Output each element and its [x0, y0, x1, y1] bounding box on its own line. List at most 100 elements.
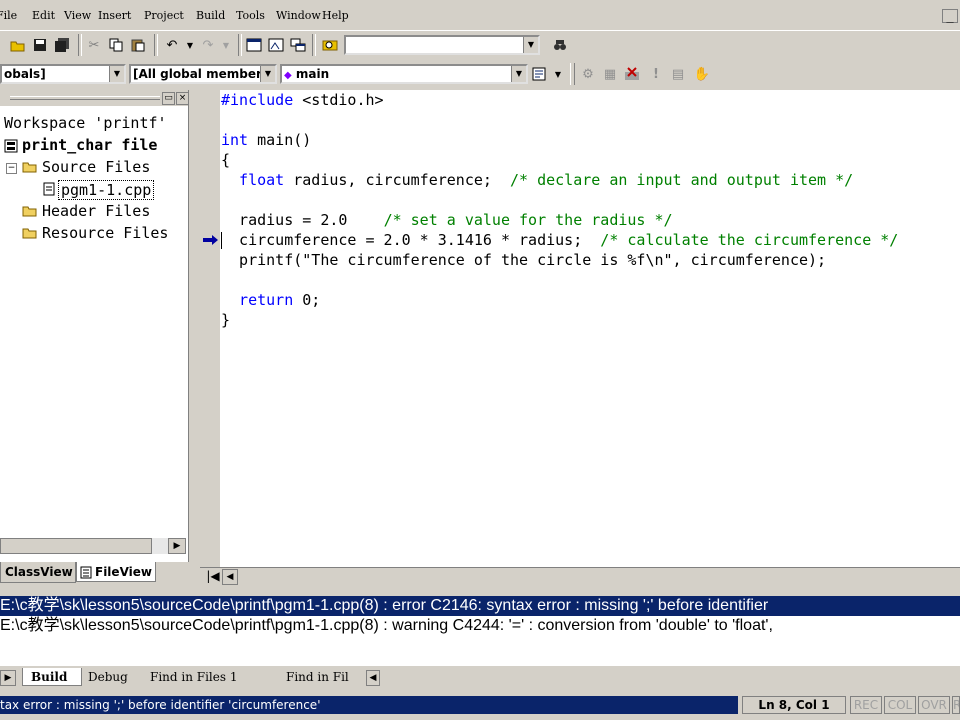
code-line-11: return 0;	[221, 291, 321, 309]
filter-combo[interactable]: [All global members ▼	[129, 64, 277, 84]
menu-project[interactable]: Project	[144, 9, 184, 22]
class-combo[interactable]: obals] ▼	[0, 64, 126, 84]
save-all-icon[interactable]	[52, 35, 72, 55]
find-icon[interactable]	[550, 35, 570, 55]
menu-help[interactable]: Help	[322, 9, 349, 22]
status-position: Ln 8, Col 1	[742, 696, 846, 714]
menu-window[interactable]: Window	[276, 9, 321, 22]
output-warning-line[interactable]: E:\c教学\sk\lesson5\sourceCode\printf\pgm1…	[0, 616, 960, 636]
status-rec: REC	[850, 696, 882, 714]
go-icon[interactable]: ▤	[668, 64, 688, 84]
undo-icon[interactable]: ↶	[162, 35, 182, 55]
undo-dropdown-icon[interactable]: ▼	[180, 35, 200, 55]
menu-edit[interactable]: Edit	[32, 9, 55, 22]
folder-icon	[22, 204, 38, 221]
workspace-scrollbar[interactable]: ▶	[0, 538, 186, 554]
member-combo-value: main	[295, 67, 330, 81]
tab-fileview[interactable]: FileView	[76, 562, 156, 582]
resource-files-folder[interactable]: Resource Files	[42, 224, 168, 242]
restore-panel-icon[interactable]: ▭	[162, 92, 175, 105]
toolbar-grip[interactable]	[570, 63, 575, 85]
header-files-folder[interactable]: Header Files	[42, 202, 150, 220]
project-icon	[4, 139, 18, 153]
scroll-left-icon[interactable]: ◀	[222, 569, 238, 585]
menu-insert[interactable]: Insert	[98, 9, 131, 22]
code-line-5: float radius, circumference; /* declare …	[221, 171, 854, 189]
output-error-line[interactable]: E:\c教学\sk\lesson5\sourceCode\printf\pgm1…	[0, 596, 960, 616]
copy-icon[interactable]	[106, 35, 126, 55]
member-diamond-icon: ◆	[284, 70, 292, 81]
chevron-down-icon[interactable]: ▼	[523, 37, 538, 53]
menu-file[interactable]: File	[0, 9, 17, 22]
status-ovr: OVR	[918, 696, 950, 714]
stop-build-icon[interactable]	[622, 64, 642, 84]
menu-build[interactable]: Build	[196, 9, 225, 22]
menu-view[interactable]: View	[64, 9, 91, 22]
split-handle-icon[interactable]: |◀	[206, 569, 220, 583]
current-line-arrow-icon	[203, 235, 219, 245]
close-panel-icon[interactable]: ×	[176, 92, 189, 105]
output-panel: E:\c教学\sk\lesson5\sourceCode\printf\pgm1…	[0, 596, 960, 666]
find-in-files-icon[interactable]	[320, 35, 340, 55]
class-combo-value: obals]	[4, 67, 46, 81]
output-tabs: ▶ Build Debug Find in Files 1 Find in Fi…	[0, 668, 960, 688]
collapse-icon[interactable]: −	[6, 163, 17, 174]
open-folder-icon[interactable]	[8, 35, 28, 55]
cut-icon[interactable]: ✂	[84, 35, 104, 55]
paste-icon[interactable]	[128, 35, 148, 55]
splitter[interactable]	[0, 586, 960, 596]
wizard-action-dropdown-icon[interactable]: ▼	[548, 64, 568, 84]
toolbar-separator	[312, 34, 316, 56]
editor-gutter	[200, 90, 220, 567]
save-icon[interactable]	[30, 35, 50, 55]
toolbar-separator	[78, 34, 82, 56]
panel-grip[interactable]	[10, 96, 160, 100]
tab-find-in-files-1[interactable]: Find in Files 1	[150, 668, 237, 686]
workspace-header: ▭ ×	[0, 90, 189, 106]
tab-scroll-right-icon[interactable]: ◀	[366, 670, 380, 686]
tab-debug[interactable]: Debug	[88, 668, 128, 686]
execute-icon[interactable]: !	[646, 64, 666, 84]
wizard-action-icon[interactable]	[530, 64, 550, 84]
scrollbar-thumb[interactable]	[0, 538, 152, 554]
output-icon[interactable]	[266, 35, 286, 55]
chevron-down-icon[interactable]: ▼	[109, 66, 124, 82]
toolbar-separator	[154, 34, 158, 56]
compile-icon[interactable]: ⚙	[578, 64, 598, 84]
member-combo[interactable]: ◆ main ▼	[280, 64, 528, 84]
workspace-icon[interactable]	[244, 35, 264, 55]
find-combo[interactable]: ▼	[344, 35, 540, 55]
filter-combo-value: [All global members	[133, 67, 270, 81]
code-line-12: }	[221, 311, 231, 329]
chevron-down-icon[interactable]: ▼	[511, 66, 526, 82]
code-line-4: {	[221, 151, 231, 169]
editor-scrollbar[interactable]: |◀ ◀	[200, 567, 960, 585]
workspace-title[interactable]: Workspace 'printf'	[4, 114, 167, 132]
status-col: COL	[884, 696, 916, 714]
toolbar-separator	[238, 34, 242, 56]
minimize-button[interactable]: _	[942, 9, 958, 23]
build-icon[interactable]: ▦	[600, 64, 620, 84]
fileview-icon	[80, 565, 92, 585]
tab-classview[interactable]: ClassView	[0, 562, 76, 583]
folder-open-icon	[22, 160, 38, 177]
hand-icon[interactable]: ✋	[692, 64, 712, 84]
code-line-7: radius = 2.0 /* set a value for the radi…	[221, 211, 673, 229]
tab-fileview-label: FileView	[95, 565, 152, 579]
file-pgm1-1[interactable]: pgm1-1.cpp	[58, 180, 155, 200]
redo-dropdown-icon[interactable]: ▼	[216, 35, 236, 55]
chevron-down-icon[interactable]: ▼	[260, 66, 275, 82]
tab-find-in-files-2[interactable]: Find in Fil	[286, 668, 362, 686]
scroll-right-icon[interactable]: ▶	[168, 538, 186, 554]
code-line-8: circumference = 2.0 * 3.1416 * radius; /…	[221, 231, 899, 249]
redo-icon[interactable]: ↷	[198, 35, 218, 55]
menu-tools[interactable]: Tools	[236, 9, 265, 22]
code-line-9: printf("The circumference of the circle …	[221, 251, 827, 269]
code-editor[interactable]	[200, 90, 960, 567]
source-files-folder[interactable]: Source Files	[42, 158, 150, 176]
menu-bar: File Edit View Insert Project Build Tool…	[0, 0, 960, 31]
window-list-icon[interactable]	[288, 35, 308, 55]
tab-scroll-left-icon[interactable]: ▶	[0, 670, 16, 686]
tab-build[interactable]: Build	[22, 668, 82, 686]
project-name[interactable]: print_char file	[22, 136, 157, 154]
